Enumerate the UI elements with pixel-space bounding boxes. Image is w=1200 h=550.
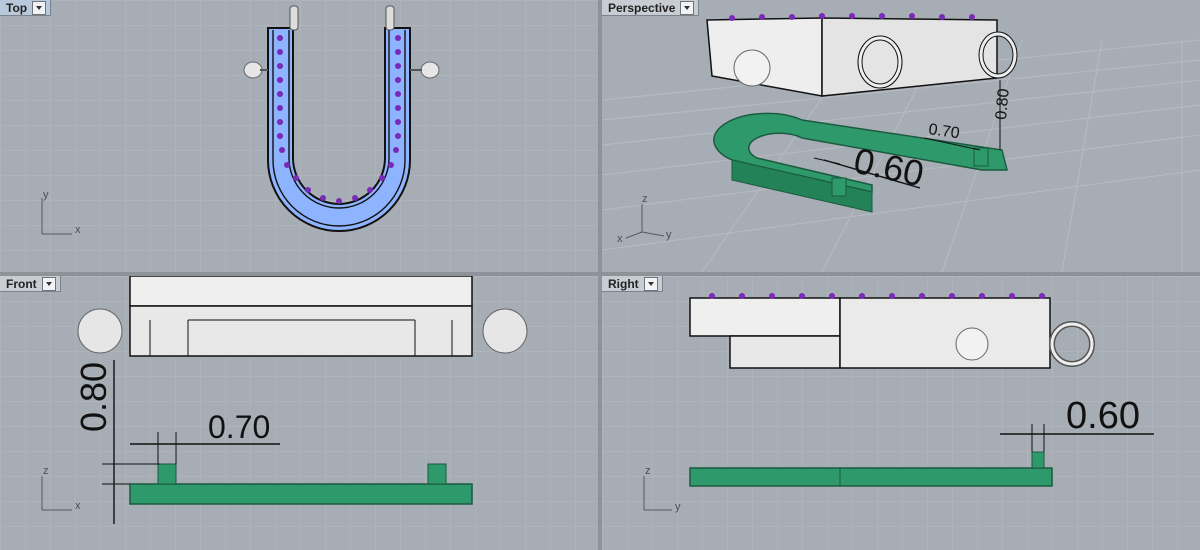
- grid: [0, 0, 598, 272]
- dropdown-arrow-icon[interactable]: [41, 276, 56, 291]
- ball-left: [243, 61, 263, 79]
- viewport-tab-perspective[interactable]: Perspective: [602, 0, 700, 16]
- viewport-tab-top[interactable]: Top: [0, 0, 52, 16]
- ring-top-body: [689, 293, 1095, 369]
- viewport-top[interactable]: y x Top: [0, 0, 598, 272]
- viewport-layout: y x Top 0.60 0.70 0.80 z x y Perspective…: [0, 0, 1200, 550]
- axis-label-y: y: [675, 501, 681, 513]
- dimension-label: 0.70: [208, 409, 270, 445]
- front-scene: 0.80 0.70 z x: [0, 276, 598, 550]
- perspective-scene: 0.60 0.70 0.80 z x y: [602, 0, 1200, 272]
- axis-label-z: z: [645, 465, 651, 477]
- viewport-tab-right[interactable]: Right: [602, 276, 663, 292]
- viewport-front[interactable]: 0.80 0.70 z x Front: [0, 276, 598, 550]
- viewport-title: Top: [6, 0, 28, 15]
- loop-right: [385, 5, 395, 31]
- loop-left: [289, 5, 299, 31]
- dimension-label: 0.80: [993, 88, 1013, 121]
- axis-label-x: x: [75, 500, 81, 512]
- viewport-title: Perspective: [608, 0, 676, 15]
- dropdown-arrow-icon[interactable]: [32, 0, 47, 15]
- axis-label-x: x: [617, 233, 623, 245]
- dimension-label: 0.80: [73, 362, 114, 432]
- viewport-right[interactable]: 0.60 z y Right: [602, 276, 1200, 550]
- dropdown-arrow-icon[interactable]: [643, 276, 658, 291]
- viewport-title: Right: [608, 276, 639, 291]
- dimension-label: 0.60: [1066, 395, 1140, 437]
- axis-label-y: y: [43, 189, 49, 201]
- viewport-perspective[interactable]: 0.60 0.70 0.80 z x y Perspective: [602, 0, 1200, 272]
- dropdown-arrow-icon[interactable]: [680, 0, 695, 15]
- axis-label-z: z: [43, 465, 49, 477]
- axis-label-x: x: [75, 224, 81, 236]
- viewport-title: Front: [6, 276, 37, 291]
- top-scene: y x: [0, 0, 598, 272]
- ball-right: [420, 61, 440, 79]
- right-scene: 0.60 z y: [602, 276, 1200, 550]
- axis-label-y: y: [666, 229, 672, 241]
- viewport-tab-front[interactable]: Front: [0, 276, 61, 292]
- ring-top-body: [77, 276, 528, 357]
- axis-label-z: z: [642, 193, 648, 205]
